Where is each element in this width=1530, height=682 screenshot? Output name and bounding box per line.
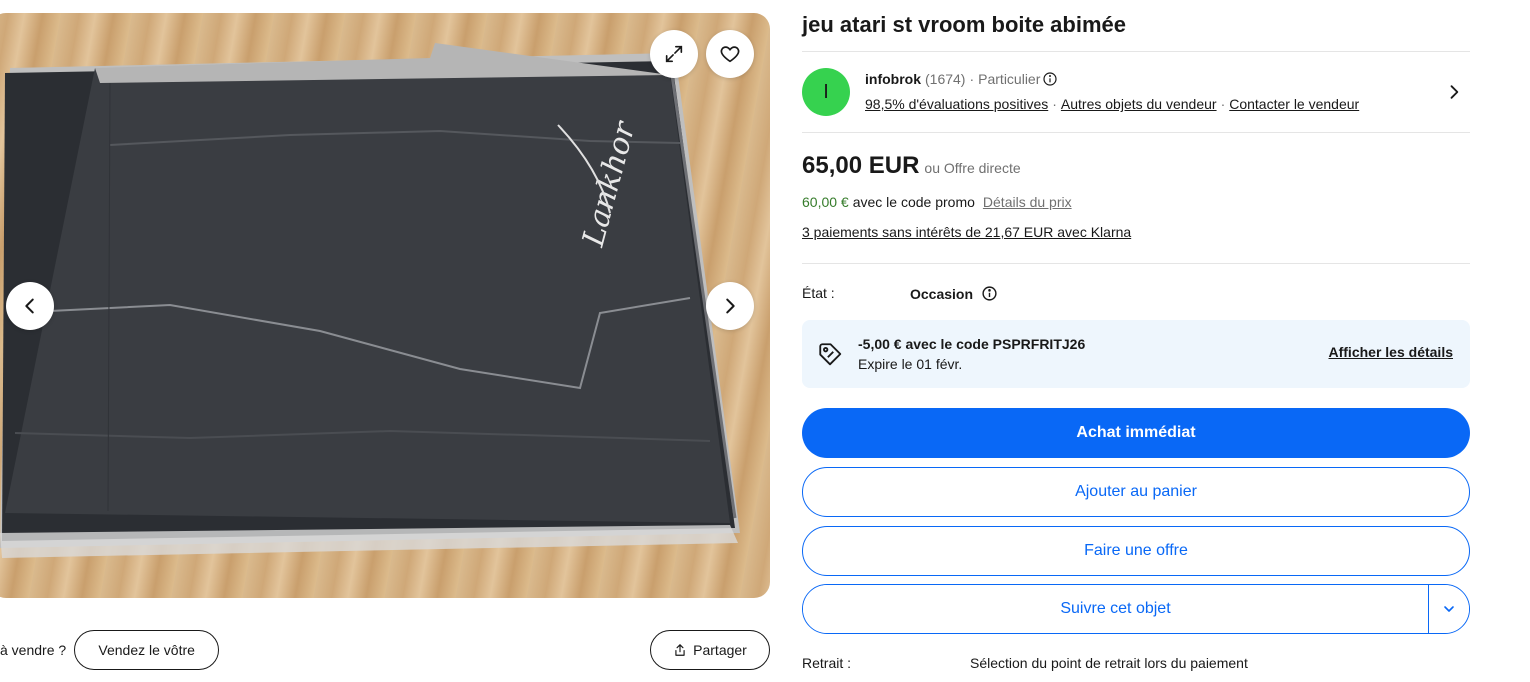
- best-offer-text: ou Offre directe: [924, 160, 1021, 176]
- chevron-right-icon[interactable]: [1444, 82, 1464, 102]
- add-to-cart-label: Ajouter au panier: [1075, 483, 1197, 500]
- watch-item-button[interactable]: Suivre cet objet: [803, 585, 1428, 633]
- previous-image-button[interactable]: [6, 282, 54, 330]
- info-icon[interactable]: [1042, 71, 1058, 87]
- watch-item-label: Suivre cet objet: [1060, 600, 1171, 617]
- seller-type: Particulier: [978, 71, 1041, 87]
- expand-icon: [665, 45, 683, 63]
- divider: [802, 263, 1470, 264]
- chevron-down-icon: [1444, 606, 1454, 612]
- condition-label: État :: [802, 285, 835, 301]
- make-offer-label: Faire une offre: [1084, 542, 1188, 559]
- coupon-banner: -5,00 € avec le code PSPRFRITJ26 Expire …: [802, 320, 1470, 388]
- chevron-right-icon: [726, 298, 735, 314]
- sell-prompt: à vendre ?: [0, 642, 67, 658]
- seller-avatar: I: [802, 68, 850, 116]
- promo-text: avec le code promo: [852, 194, 975, 210]
- promo-price: 60,00 €: [802, 194, 849, 210]
- price-details-link[interactable]: Détails du prix: [983, 194, 1072, 210]
- divider: [802, 132, 1470, 133]
- next-image-button[interactable]: [706, 282, 754, 330]
- share-icon: [675, 644, 685, 656]
- watch-button-group: Suivre cet objet: [802, 584, 1470, 634]
- condition-row: État : Occasion: [802, 285, 1470, 305]
- promo-row: 60,00 € avec le code promo Détails du pr…: [802, 194, 1072, 210]
- coupon-expiry: Expire le 01 févr.: [858, 356, 963, 372]
- info-icon[interactable]: [981, 285, 998, 302]
- other-items-link[interactable]: Autres objets du vendeur: [1061, 96, 1217, 112]
- sell-yours-label: Vendez le vôtre: [98, 642, 195, 658]
- share-label: Partager: [693, 642, 747, 658]
- buy-now-label: Achat immédiat: [1076, 424, 1196, 441]
- avatar-letter: I: [823, 80, 829, 103]
- sell-your-own-row: à vendre ? Vendez le vôtre: [0, 630, 220, 670]
- price-row: 65,00 EUR ou Offre directe: [802, 152, 1021, 180]
- positive-feedback-link[interactable]: 98,5% d'évaluations positives: [865, 96, 1048, 112]
- favorite-button[interactable]: [706, 30, 754, 78]
- share-button[interactable]: Partager: [650, 630, 770, 670]
- seller-rating-count: (1674): [925, 71, 966, 87]
- coupon-details-link[interactable]: Afficher les détails: [1329, 344, 1454, 360]
- tag-icon: [819, 343, 842, 366]
- listing-photo: Lankhor: [0, 43, 740, 558]
- heart-icon: [720, 46, 740, 63]
- watch-dropdown-button[interactable]: [1429, 585, 1469, 633]
- buy-now-button[interactable]: Achat immédiat: [802, 408, 1470, 458]
- seller-card[interactable]: I infobrok (1674) · Particulier 98,5% d'…: [802, 68, 1470, 116]
- klarna-link[interactable]: 3 paiements sans intérêts de 21,67 EUR a…: [802, 224, 1131, 240]
- pickup-label: Retrait :: [802, 655, 852, 671]
- contact-seller-link[interactable]: Contacter le vendeur: [1229, 96, 1359, 112]
- seller-links: 98,5% d'évaluations positives · Autres o…: [865, 96, 1360, 112]
- image-gallery[interactable]: Lankhor: [0, 13, 770, 598]
- coupon-code-text: -5,00 € avec le code PSPRFRITJ26: [858, 336, 1086, 352]
- make-offer-button[interactable]: Faire une offre: [802, 526, 1470, 576]
- price: 65,00 EUR: [802, 152, 920, 179]
- seller-info: infobrok (1674) · Particulier: [865, 71, 1058, 87]
- divider: [802, 51, 1470, 52]
- seller-name[interactable]: infobrok: [865, 71, 921, 87]
- sell-yours-button[interactable]: Vendez le vôtre: [74, 630, 220, 670]
- condition-value-wrap: Occasion: [910, 285, 998, 302]
- chevron-left-icon: [25, 298, 34, 314]
- listing-title: jeu atari st vroom boite abimée: [802, 12, 1126, 37]
- condition-value: Occasion: [910, 285, 974, 302]
- add-to-cart-button[interactable]: Ajouter au panier: [802, 467, 1470, 517]
- expand-button[interactable]: [650, 30, 698, 78]
- pickup-value: Sélection du point de retrait lors du pa…: [970, 655, 1248, 671]
